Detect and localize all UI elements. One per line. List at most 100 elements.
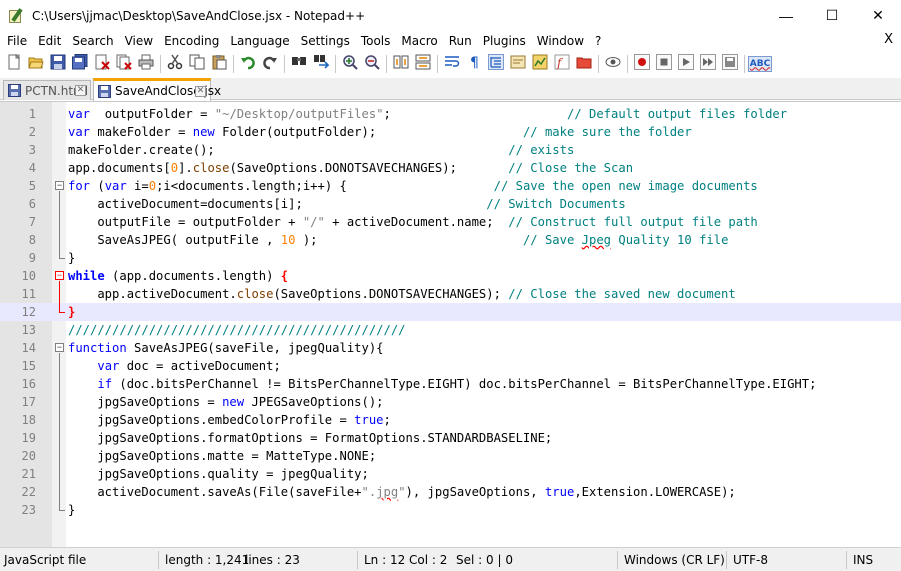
menu-window[interactable]: Window bbox=[533, 34, 588, 48]
code-token: i= bbox=[126, 179, 149, 193]
replace-button[interactable] bbox=[310, 53, 332, 75]
code-line[interactable]: 22 activeDocument.saveAs(File(saveFile+"… bbox=[0, 483, 901, 501]
show-all-characters-button[interactable]: ¶ bbox=[463, 53, 485, 75]
line-number: 19 bbox=[21, 431, 36, 445]
paste-button[interactable] bbox=[208, 53, 230, 75]
code-token: // Construct full output file path bbox=[508, 215, 758, 229]
code-editor[interactable]: 1 var outputFolder = "~/Desktop/outputFil… bbox=[0, 101, 901, 547]
code-line[interactable]: 11 app.activeDocument.close(SaveOptions.… bbox=[0, 285, 901, 303]
menu-edit[interactable]: Edit bbox=[34, 34, 65, 48]
close-button[interactable] bbox=[91, 53, 113, 75]
code-line[interactable]: 23} bbox=[0, 501, 901, 519]
stop-macro-button[interactable] bbox=[653, 53, 675, 75]
cut-icon bbox=[167, 54, 183, 73]
save-macro-icon bbox=[722, 54, 738, 73]
code-line[interactable]: 10 while (app.documents.length) { bbox=[0, 267, 901, 285]
code-line[interactable]: 19 jpgSaveOptions.formatOptions = Format… bbox=[0, 429, 901, 447]
fold-toggle-icon[interactable]: − bbox=[55, 181, 64, 190]
menu-settings[interactable]: Settings bbox=[297, 34, 354, 48]
user-defined-language-icon bbox=[510, 54, 526, 73]
maximize-button[interactable]: ☐ bbox=[809, 0, 855, 31]
zoom-out-button[interactable] bbox=[361, 53, 383, 75]
sync-vertical-button[interactable] bbox=[390, 53, 412, 75]
code-text: } bbox=[68, 249, 75, 267]
redo-button[interactable] bbox=[259, 53, 281, 75]
tab-saveandclose-jsx[interactable]: SaveAndClose.jsx ✕ bbox=[93, 78, 221, 101]
close-tab-icon[interactable]: ✕ bbox=[75, 85, 86, 96]
zoom-in-button[interactable] bbox=[339, 53, 361, 75]
save-all-button[interactable] bbox=[69, 53, 91, 75]
monitoring-button[interactable] bbox=[602, 53, 624, 75]
code-line[interactable]: 16 if (doc.bitsPerChannel != BitsPerChan… bbox=[0, 375, 901, 393]
code-line[interactable]: 18 jpgSaveOptions.embedColorProfile = tr… bbox=[0, 411, 901, 429]
cut-button[interactable] bbox=[164, 53, 186, 75]
play-macro-button[interactable] bbox=[675, 53, 697, 75]
document-map-button[interactable] bbox=[529, 53, 551, 75]
code-line[interactable]: 21 jpgSaveOptions.quality = jpegQuality; bbox=[0, 465, 901, 483]
stop-macro-icon bbox=[656, 54, 672, 73]
run-macro-multiple-button[interactable] bbox=[697, 53, 719, 75]
code-line[interactable]: 5 for (var i=0;i<documents.length;i++) { … bbox=[0, 177, 901, 195]
menu-plugins[interactable]: Plugins bbox=[479, 34, 530, 48]
word-wrap-button[interactable] bbox=[441, 53, 463, 75]
close-document-x[interactable]: X bbox=[884, 32, 893, 47]
menu-view[interactable]: View bbox=[121, 34, 157, 48]
menu-search[interactable]: Search bbox=[68, 34, 117, 48]
line-number: 10 bbox=[21, 269, 36, 283]
function-list-button[interactable]: f bbox=[551, 53, 573, 75]
code-line[interactable]: 9} bbox=[0, 249, 901, 267]
open-file-button[interactable] bbox=[25, 53, 47, 75]
code-line[interactable]: 6 activeDocument=documents[i]; // Switch… bbox=[0, 195, 901, 213]
print-button[interactable] bbox=[135, 53, 157, 75]
paste-icon bbox=[211, 54, 227, 73]
code-text: app.documents[0].close(SaveOptions.DONOT… bbox=[68, 159, 633, 177]
menu-help[interactable]: ? bbox=[591, 34, 605, 48]
record-macro-button[interactable] bbox=[631, 53, 653, 75]
code-line[interactable]: 3 makeFolder.create(); // exists bbox=[0, 141, 901, 159]
menu-macro[interactable]: Macro bbox=[397, 34, 441, 48]
replace-icon bbox=[313, 54, 330, 73]
code-line[interactable]: 2 var makeFolder = new Folder(outputFolde… bbox=[0, 123, 901, 141]
menu-run[interactable]: Run bbox=[445, 34, 476, 48]
save-macro-button[interactable] bbox=[719, 53, 741, 75]
indent-guide-button[interactable] bbox=[485, 53, 507, 75]
fold-toggle-icon[interactable]: − bbox=[55, 271, 64, 280]
tab-pctn-html[interactable]: PCTN.html ✕ bbox=[3, 80, 91, 100]
code-line[interactable]: 4 app.documents[0].close(SaveOptions.DONO… bbox=[0, 159, 901, 177]
sync-horizontal-button[interactable] bbox=[412, 53, 434, 75]
close-tab-icon[interactable]: ✕ bbox=[195, 85, 206, 97]
status-length: length : 1,241 bbox=[165, 553, 250, 567]
menu-file[interactable]: File bbox=[3, 34, 31, 48]
spell-check-button[interactable]: ABC bbox=[747, 53, 773, 75]
close-all-button[interactable] bbox=[113, 53, 135, 75]
folder-as-workspace-button[interactable] bbox=[573, 53, 595, 75]
save-icon bbox=[50, 54, 66, 73]
minimize-button[interactable]: — bbox=[763, 0, 809, 31]
find-button[interactable] bbox=[288, 53, 310, 75]
fold-toggle-icon[interactable]: − bbox=[55, 343, 64, 352]
new-file-button[interactable] bbox=[3, 53, 25, 75]
save-button[interactable] bbox=[47, 53, 69, 75]
copy-button[interactable] bbox=[186, 53, 208, 75]
code-line[interactable]: 8 SaveAsJPEG( outputFile , 10 ); // Save… bbox=[0, 231, 901, 249]
menu-language[interactable]: Language bbox=[226, 34, 293, 48]
play-macro-icon bbox=[678, 54, 694, 73]
code-token: ( bbox=[90, 179, 105, 193]
code-line[interactable]: 17 jpgSaveOptions = new JPEGSaveOptions(… bbox=[0, 393, 901, 411]
code-token: close bbox=[236, 287, 274, 301]
code-line[interactable]: 14 function SaveAsJPEG(saveFile, jpegQual… bbox=[0, 339, 901, 357]
menu-encoding[interactable]: Encoding bbox=[160, 34, 223, 48]
menu-tools[interactable]: Tools bbox=[357, 34, 395, 48]
code-line[interactable]: 1 var outputFolder = "~/Desktop/outputFil… bbox=[0, 105, 901, 123]
undo-button[interactable] bbox=[237, 53, 259, 75]
close-window-button[interactable]: ✕ bbox=[855, 0, 901, 31]
code-line[interactable]: 13 //////////////////////////////////////… bbox=[0, 321, 901, 339]
code-line[interactable]: 12} bbox=[0, 303, 901, 321]
code-line[interactable]: 7 outputFile = outputFolder + "/" + acti… bbox=[0, 213, 901, 231]
status-encoding: UTF-8 bbox=[733, 553, 768, 567]
code-line[interactable]: 15 var doc = activeDocument; bbox=[0, 357, 901, 375]
user-defined-language-button[interactable] bbox=[507, 53, 529, 75]
code-line[interactable]: 20 jpgSaveOptions.matte = MatteType.NONE… bbox=[0, 447, 901, 465]
line-number: 17 bbox=[21, 395, 36, 409]
